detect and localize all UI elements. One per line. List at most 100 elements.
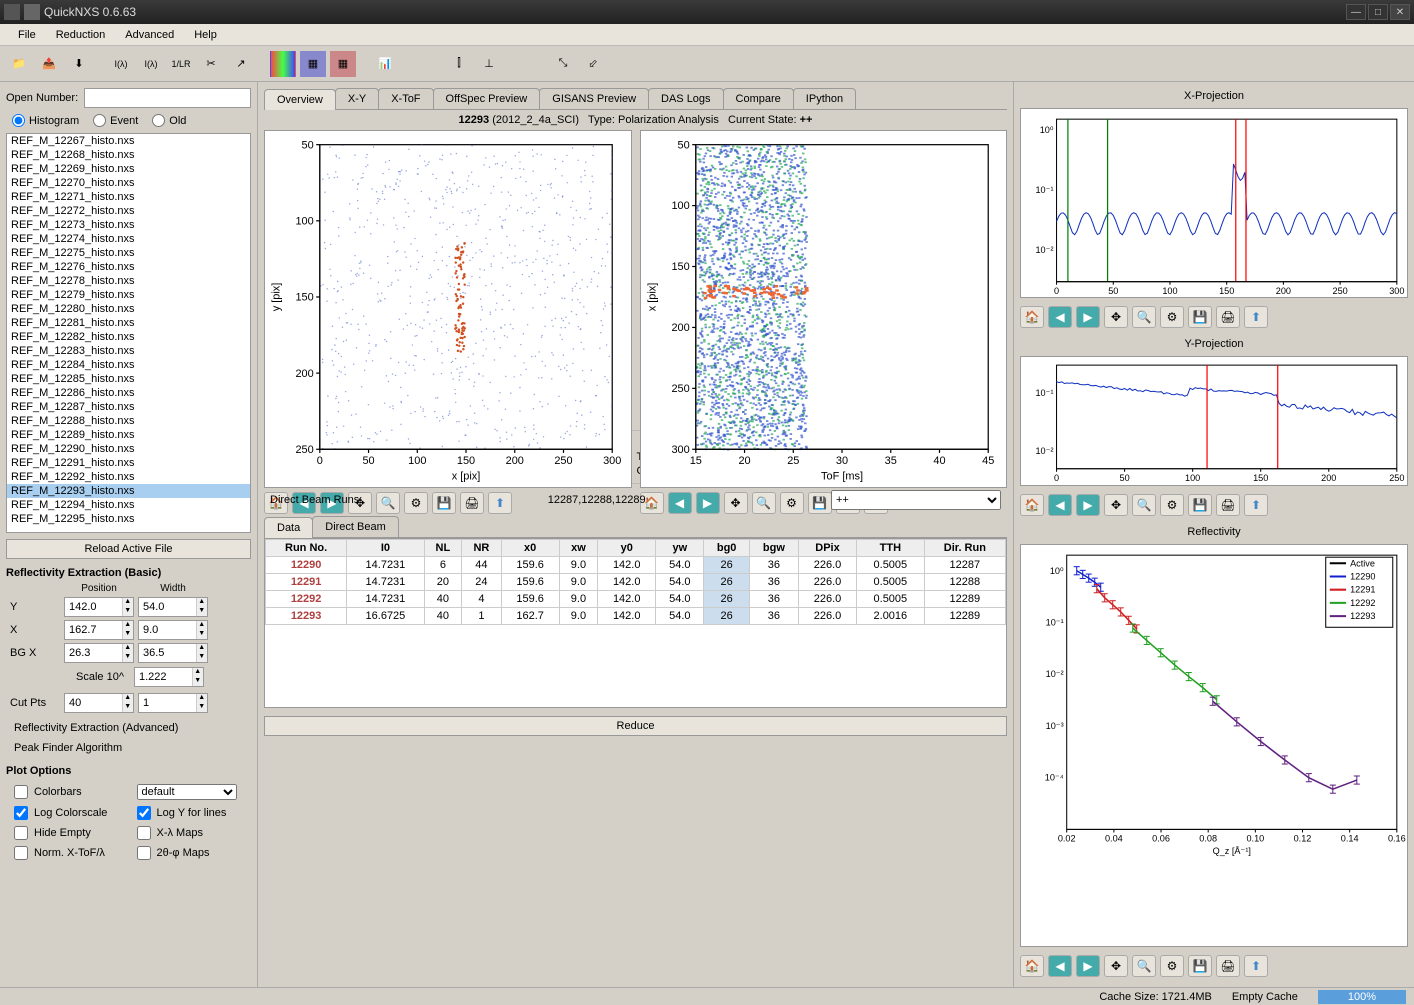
reload-button[interactable]: Reload Active File (6, 539, 251, 559)
file-item[interactable]: REF_M_12286_histo.nxs (7, 386, 250, 400)
datatab-data[interactable]: Data (264, 517, 313, 538)
chk-normx[interactable] (14, 846, 28, 860)
file-item[interactable]: REF_M_12268_histo.nxs (7, 148, 250, 162)
file-item[interactable]: REF_M_12285_histo.nxs (7, 372, 250, 386)
radio-histogram[interactable]: Histogram (12, 114, 79, 127)
scale-input[interactable]: ▲▼ (134, 667, 204, 687)
table-cell[interactable]: 0.5005 (857, 591, 925, 608)
table-cell[interactable]: 0.5005 (857, 574, 925, 591)
file-item[interactable]: REF_M_12276_histo.nxs (7, 260, 250, 274)
back-icon[interactable]: ◀ (1048, 306, 1072, 328)
menu-advanced[interactable]: Advanced (115, 27, 184, 43)
save-icon[interactable]: 💾 (1188, 494, 1212, 516)
table-cell[interactable]: 54.0 (656, 574, 704, 591)
file-item[interactable]: REF_M_12272_histo.nxs (7, 204, 250, 218)
chk-xlmaps[interactable] (137, 826, 151, 840)
print-icon[interactable]: 🖨 (1216, 494, 1240, 516)
table-cell[interactable]: 226.0 (799, 574, 857, 591)
file-item[interactable]: REF_M_12284_histo.nxs (7, 358, 250, 372)
table-cell[interactable]: 14.7231 (347, 557, 424, 574)
table-cell[interactable]: 12291 (266, 574, 347, 591)
fwd-icon[interactable]: ▶ (1076, 494, 1100, 516)
xproj-plot[interactable]: 05010015020025030010⁰10⁻¹10⁻² (1020, 108, 1408, 298)
menu-file[interactable]: File (8, 27, 46, 43)
config-icon[interactable]: ⚙ (1160, 494, 1184, 516)
data-table[interactable]: Run No.I0NLNRx0xwy0ywbg0bgwDPixTTHDir. R… (264, 538, 1007, 708)
tool-down-icon[interactable]: ⬇ (66, 51, 92, 77)
table-cell[interactable]: 226.0 (799, 557, 857, 574)
table-cell[interactable]: 12290 (266, 557, 347, 574)
up-icon[interactable]: ⬆ (1244, 955, 1268, 977)
table-cell[interactable]: 26 (704, 591, 749, 608)
save-icon[interactable]: 💾 (1188, 955, 1212, 977)
back-icon[interactable]: ◀ (1048, 494, 1072, 516)
tab-gisans-preview[interactable]: GISANS Preview (539, 88, 649, 109)
file-item[interactable]: REF_M_12280_histo.nxs (7, 302, 250, 316)
table-cell[interactable]: 9.0 (559, 574, 598, 591)
table-cell[interactable]: 20 (424, 574, 462, 591)
tab-overview[interactable]: Overview (264, 89, 336, 110)
table-cell[interactable]: 9.0 (559, 608, 598, 625)
table-cell[interactable]: 6 (424, 557, 462, 574)
config-icon[interactable]: ⚙ (1160, 306, 1184, 328)
up-icon[interactable]: ⬆ (1244, 306, 1268, 328)
file-item[interactable]: REF_M_12287_histo.nxs (7, 400, 250, 414)
table-cell[interactable]: 159.6 (501, 574, 559, 591)
extract-pos-input[interactable]: ▲▼ (64, 643, 134, 663)
table-cell[interactable]: 26 (704, 608, 749, 625)
file-item[interactable]: REF_M_12267_histo.nxs (7, 134, 250, 148)
minimize-button[interactable]: — (1346, 4, 1366, 20)
table-cell[interactable]: 142.0 (598, 591, 656, 608)
table-cell[interactable]: 54.0 (656, 608, 704, 625)
file-item[interactable]: REF_M_12294_histo.nxs (7, 498, 250, 512)
pan-icon[interactable]: ✥ (1104, 306, 1128, 328)
table-cell[interactable]: 12289 (924, 608, 1005, 625)
file-item[interactable]: REF_M_12291_histo.nxs (7, 456, 250, 470)
file-item[interactable]: REF_M_12279_histo.nxs (7, 288, 250, 302)
tool-ilambda2-icon[interactable]: I(λ) (138, 51, 164, 77)
home-icon[interactable]: 🏠 (1020, 306, 1044, 328)
tool-ilambda1-icon[interactable]: I(λ) (108, 51, 134, 77)
fwd-icon[interactable]: ▶ (1076, 306, 1100, 328)
file-item[interactable]: REF_M_12274_histo.nxs (7, 232, 250, 246)
chk-hide[interactable] (14, 826, 28, 840)
zoom-icon[interactable]: 🔍 (1132, 306, 1156, 328)
tab-ipython[interactable]: IPython (793, 88, 856, 109)
table-cell[interactable]: 36 (749, 557, 798, 574)
table-cell[interactable]: 40 (424, 591, 462, 608)
extract-width-input[interactable]: ▲▼ (138, 597, 208, 617)
zoom-icon[interactable]: 🔍 (1132, 955, 1156, 977)
pan-icon[interactable]: ✥ (1104, 955, 1128, 977)
file-item[interactable]: REF_M_12270_histo.nxs (7, 176, 250, 190)
refl-plot[interactable]: 0.020.040.060.080.100.120.140.1610⁰10⁻¹1… (1020, 544, 1408, 947)
table-cell[interactable]: 24 (462, 574, 502, 591)
home-icon[interactable]: 🏠 (1020, 955, 1044, 977)
file-item[interactable]: REF_M_12269_histo.nxs (7, 162, 250, 176)
table-cell[interactable]: 12289 (924, 591, 1005, 608)
extract-width-input[interactable]: ▲▼ (138, 620, 208, 640)
tool-open-icon[interactable]: 📁 (6, 51, 32, 77)
chk-2theta[interactable] (137, 846, 151, 860)
tool-color2-icon[interactable]: ▦ (300, 51, 326, 77)
tool-cut-icon[interactable]: ✂ (198, 51, 224, 77)
fwd-icon[interactable]: ▶ (1076, 955, 1100, 977)
table-cell[interactable]: 142.0 (598, 557, 656, 574)
peak-finder[interactable]: Peak Finder Algorithm (6, 739, 251, 757)
home-icon[interactable]: 🏠 (1020, 494, 1044, 516)
cutpts-a-input[interactable]: ▲▼ (64, 693, 134, 713)
table-cell[interactable]: 159.6 (501, 557, 559, 574)
chk-colorbars[interactable] (14, 785, 28, 799)
back-icon[interactable]: ◀ (1048, 955, 1072, 977)
maximize-button[interactable]: □ (1368, 4, 1388, 20)
table-cell[interactable]: 1 (462, 608, 502, 625)
file-item[interactable]: REF_M_12275_histo.nxs (7, 246, 250, 260)
db-select[interactable]: ++ (831, 490, 1001, 510)
save-icon[interactable]: 💾 (1188, 306, 1212, 328)
extract-width-input[interactable]: ▲▼ (138, 643, 208, 663)
table-cell[interactable]: 36 (749, 591, 798, 608)
reduce-button[interactable]: Reduce (264, 716, 1007, 736)
sel-default[interactable]: default (137, 784, 237, 800)
xtof-plot[interactable]: 1520253035404530025020015010050ToF [ms]x… (640, 130, 1008, 488)
tab-x-tof[interactable]: X-ToF (378, 88, 433, 109)
tab-x-y[interactable]: X-Y (335, 88, 379, 109)
